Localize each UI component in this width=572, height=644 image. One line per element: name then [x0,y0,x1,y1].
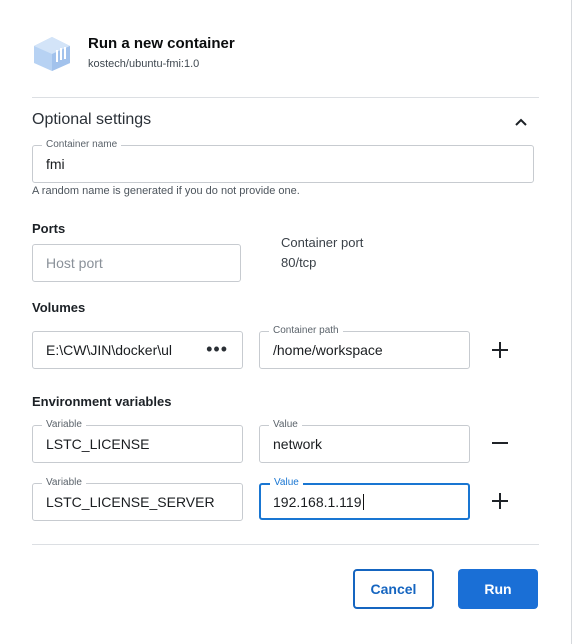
env-variable-value: LSTC_LICENSE_SERVER [46,494,215,510]
run-button[interactable]: Run [458,569,538,609]
container-path-value: /home/workspace [273,342,383,358]
bottom-divider [32,544,539,545]
container-port-value: 80/tcp [281,255,317,270]
cancel-button[interactable]: Cancel [353,569,434,609]
container-name-label: Container name [42,138,122,152]
env-variable-input-1[interactable]: Variable LSTC_LICENSE [32,418,243,463]
volumes-title: Volumes [32,300,86,315]
host-path-value: E:\CW\JIN\docker\ul [46,342,173,358]
env-value-input-2[interactable]: Value 192.168.1.119 [259,476,470,520]
env-title: Environment variables [32,394,172,409]
dialog-header: Run a new container kostech/ubuntu-fmi:1… [32,34,532,74]
host-port-placeholder: Host port [46,255,103,271]
env-variable-label: Variable [42,418,86,432]
env-value-value: 192.168.1.119 [273,494,364,510]
dialog-title: Run a new container [88,35,235,52]
container-path-label: Container path [269,324,343,338]
env-value-label: Value [269,418,302,432]
add-volume-icon[interactable] [488,338,512,362]
env-variable-input-2[interactable]: Variable LSTC_LICENSE_SERVER [32,476,243,521]
add-env-icon[interactable] [488,489,512,513]
env-variable-label: Variable [42,476,86,490]
env-value-label: Value [270,476,303,490]
container-port-label: Container port [281,235,364,250]
env-value-value: network [273,436,323,452]
optional-settings-title: Optional settings [32,111,152,128]
image-name: kostech/ubuntu-fmi:1.0 [88,58,200,70]
container-path-input[interactable]: Container path /home/workspace [259,324,470,369]
browse-more-icon[interactable]: ••• [206,339,228,360]
remove-env-icon[interactable] [488,431,512,455]
env-variable-value: LSTC_LICENSE [46,436,150,452]
ports-title: Ports [32,221,66,236]
host-path-input[interactable]: E:\CW\JIN\docker\ul ••• [32,331,243,369]
env-value-input-1[interactable]: Value network [259,418,470,463]
container-name-field[interactable]: Container name fmi [32,138,534,183]
docker-whale-icon [34,37,70,71]
container-name-helper: A random name is generated if you do not… [32,185,300,197]
run-container-dialog: Run a new container kostech/ubuntu-fmi:1… [0,0,572,644]
container-name-value: fmi [46,156,65,172]
top-divider [32,97,539,98]
chevron-up-icon[interactable] [513,114,529,130]
host-port-input[interactable]: Host port [32,244,241,282]
text-caret [362,494,364,510]
